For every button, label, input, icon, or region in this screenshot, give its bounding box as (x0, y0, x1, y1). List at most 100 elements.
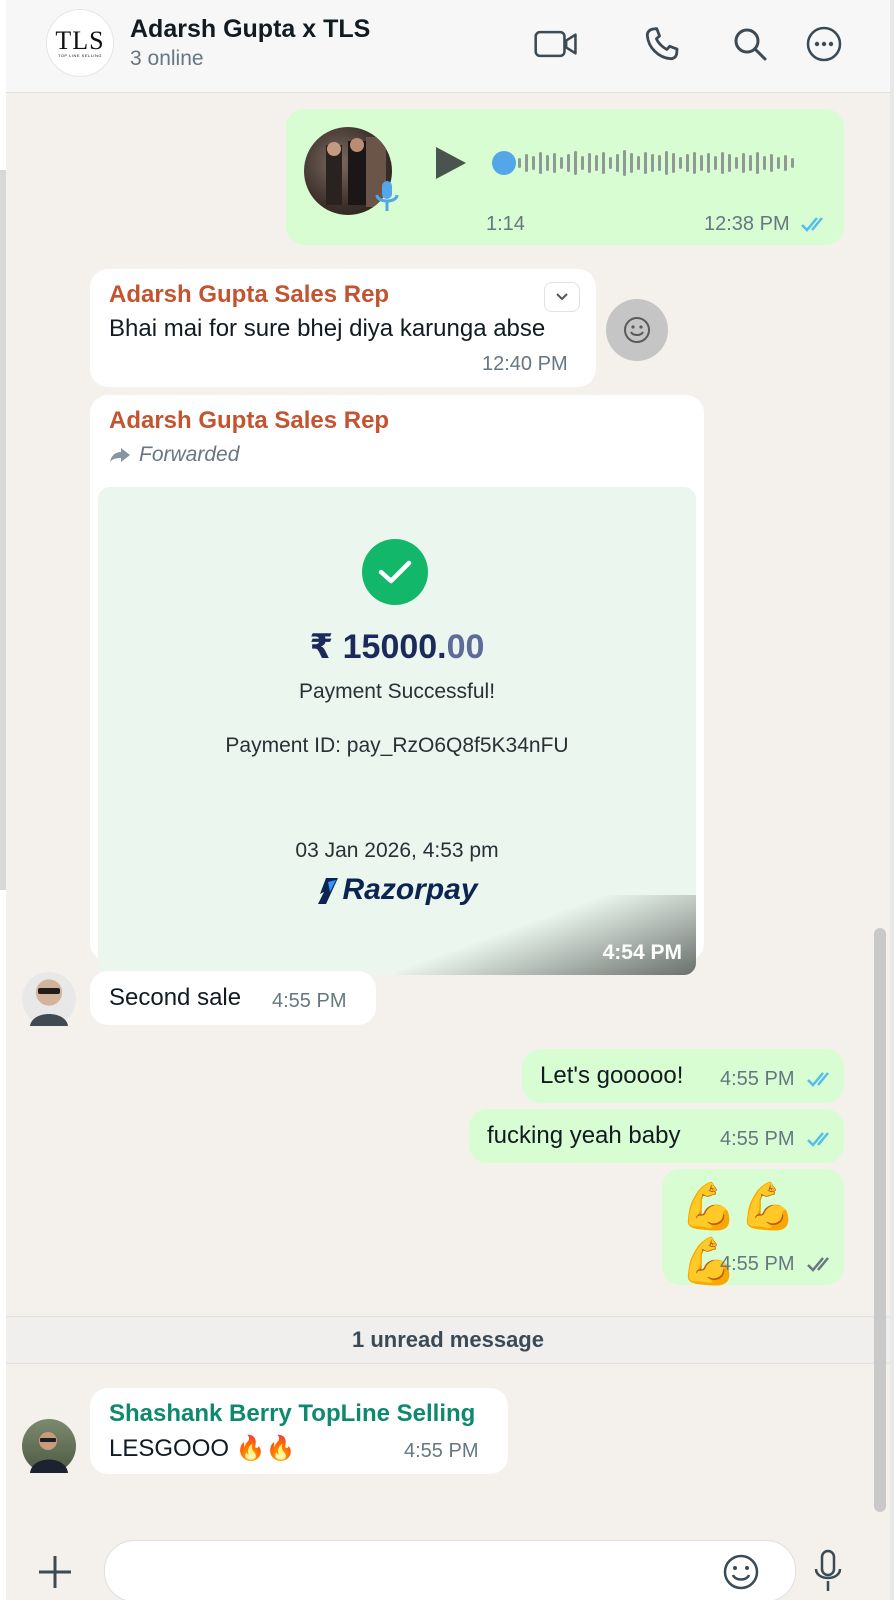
sender-name[interactable]: Shashank Berry TopLine Selling (109, 1400, 475, 1428)
tls-logo: TLS (55, 25, 105, 55)
video-call-icon[interactable] (534, 22, 578, 66)
payment-receipt-image[interactable]: ₹ 15000.00 Payment Successful! Payment I… (98, 487, 696, 975)
incoming-message-bubble[interactable]: Shashank Berry TopLine Selling LESGOOO 🔥… (90, 1388, 508, 1474)
outgoing-message-bubble[interactable]: Let's gooooo! 4:55 PM (522, 1049, 844, 1103)
waveform-bar (651, 154, 654, 172)
waveform-bar (770, 154, 773, 172)
playback-position-handle[interactable] (492, 151, 516, 175)
waveform-bar (686, 154, 689, 172)
waveform-bar (525, 154, 528, 172)
message-text: LESGOOO 🔥🔥 (109, 1435, 296, 1462)
message-time: 4:55 PM (272, 990, 347, 1012)
waveform-bar (623, 150, 626, 176)
chat-title[interactable]: Adarsh Gupta x TLS (130, 15, 370, 44)
amount-main: ₹ 15000. (309, 628, 447, 666)
payment-status: Payment Successful! (298, 680, 496, 703)
voice-duration: 1:14 (486, 213, 525, 235)
outgoing-message-bubble[interactable]: fucking yeah baby 4:55 PM (469, 1109, 844, 1163)
message-text: Bhai mai for sure bhej diya karunga abse (109, 315, 546, 342)
waveform-bar (518, 158, 521, 168)
waveform-bar (728, 154, 731, 172)
waveform-bar (693, 152, 696, 174)
waveform-bar (791, 158, 794, 168)
amount-decimal: 00 (446, 628, 485, 666)
waveform-bar (658, 155, 661, 171)
react-emoji-icon[interactable] (606, 299, 668, 361)
message-time: 12:38 PM (704, 213, 790, 235)
waveform-bar (609, 157, 612, 169)
waveform-bar (742, 153, 745, 173)
group-avatar[interactable]: TLS TOP LINE SELLING (46, 9, 114, 77)
payment-date: 03 Jan 2026, 4:53 pm (295, 839, 499, 862)
waveform-bar (756, 152, 759, 174)
composer-bar (6, 1533, 890, 1600)
message-time: 4:55 PM (720, 1068, 795, 1090)
waveform-bar (679, 157, 682, 169)
payment-amount: ₹ 15000.00 (98, 627, 696, 667)
forwarded-label: Forwarded (109, 443, 239, 467)
waveform-bar (574, 151, 577, 175)
attach-plus-icon[interactable] (36, 1553, 74, 1596)
scrollbar[interactable] (874, 928, 886, 1512)
read-ticks-icon (807, 1132, 829, 1147)
waveform-bar (567, 154, 570, 172)
sender-name[interactable]: Adarsh Gupta Sales Rep (109, 281, 389, 309)
outgoing-message-bubble[interactable]: 💪💪💪 4:55 PM (662, 1169, 844, 1287)
voice-call-icon[interactable] (640, 22, 684, 66)
waveform-bar (714, 156, 717, 170)
waveform-bar (588, 153, 591, 173)
waveform-bar (595, 155, 598, 171)
delivered-ticks-icon (807, 1257, 829, 1272)
chat-header: TLS TOP LINE SELLING Adarsh Gupta x TLS … (6, 0, 890, 93)
voice-waveform[interactable] (518, 149, 794, 177)
waveform-bar (581, 156, 584, 170)
message-menu-chevron-icon[interactable] (544, 282, 580, 312)
payment-id: Payment ID: pay_RzO6Q8f5K34nFU (225, 734, 569, 757)
incoming-message-bubble[interactable]: Adarsh Gupta Sales Rep Bhai mai for sure… (90, 269, 596, 387)
message-text: Second sale (109, 984, 242, 1011)
waveform-bar (602, 152, 605, 174)
tls-logo-subtext: TOP LINE SELLING (57, 52, 103, 58)
emoji-icon[interactable] (722, 1553, 760, 1596)
waveform-bar (784, 155, 787, 171)
waveform-bar (553, 153, 556, 173)
waveform-bar (763, 156, 766, 170)
message-time: 4:54 PM (602, 941, 682, 964)
waveform-bar (735, 157, 738, 169)
waveform-bar (532, 156, 535, 170)
microphone-icon[interactable] (812, 1549, 844, 1600)
success-check-icon (362, 539, 428, 605)
message-time: 4:55 PM (720, 1253, 795, 1275)
microphone-icon (374, 179, 400, 220)
forwarded-payment-message[interactable]: Adarsh Gupta Sales Rep Forwarded ₹ 15000… (90, 395, 704, 975)
waveform-bar (777, 157, 780, 169)
message-input[interactable] (104, 1540, 796, 1600)
online-status: 3 online (130, 47, 204, 70)
more-options-icon[interactable] (802, 22, 846, 66)
read-ticks-icon (801, 217, 823, 232)
message-text: Let's gooooo! (540, 1062, 684, 1089)
read-ticks-icon (807, 1072, 829, 1087)
unread-divider: 1 unread message (6, 1316, 890, 1364)
voice-message-bubble[interactable]: 1:14 12:38 PM (286, 109, 844, 245)
waveform-bar (721, 152, 724, 174)
waveform-bar (560, 157, 563, 169)
sender-avatar[interactable] (22, 972, 76, 1026)
incoming-message-bubble[interactable]: Second sale 4:55 PM (90, 971, 376, 1025)
message-time: 4:55 PM (404, 1440, 479, 1462)
waveform-bar (630, 153, 633, 173)
waveform-bar (616, 154, 619, 172)
waveform-bar (539, 152, 542, 174)
right-window-edge (890, 0, 894, 1600)
waveform-bar (707, 153, 710, 173)
play-icon[interactable] (430, 143, 470, 188)
sender-name[interactable]: Adarsh Gupta Sales Rep (109, 407, 389, 435)
message-text: fucking yeah baby (487, 1122, 681, 1149)
waveform-bar (644, 152, 647, 174)
chat-area[interactable]: 1:14 12:38 PM Adarsh Gupta Sales Rep Bha… (6, 93, 890, 1533)
razorpay-mark-icon (318, 878, 339, 904)
waveform-bar (672, 153, 675, 173)
search-icon[interactable] (728, 22, 772, 66)
sender-avatar[interactable] (22, 1419, 76, 1473)
waveform-bar (665, 151, 668, 175)
